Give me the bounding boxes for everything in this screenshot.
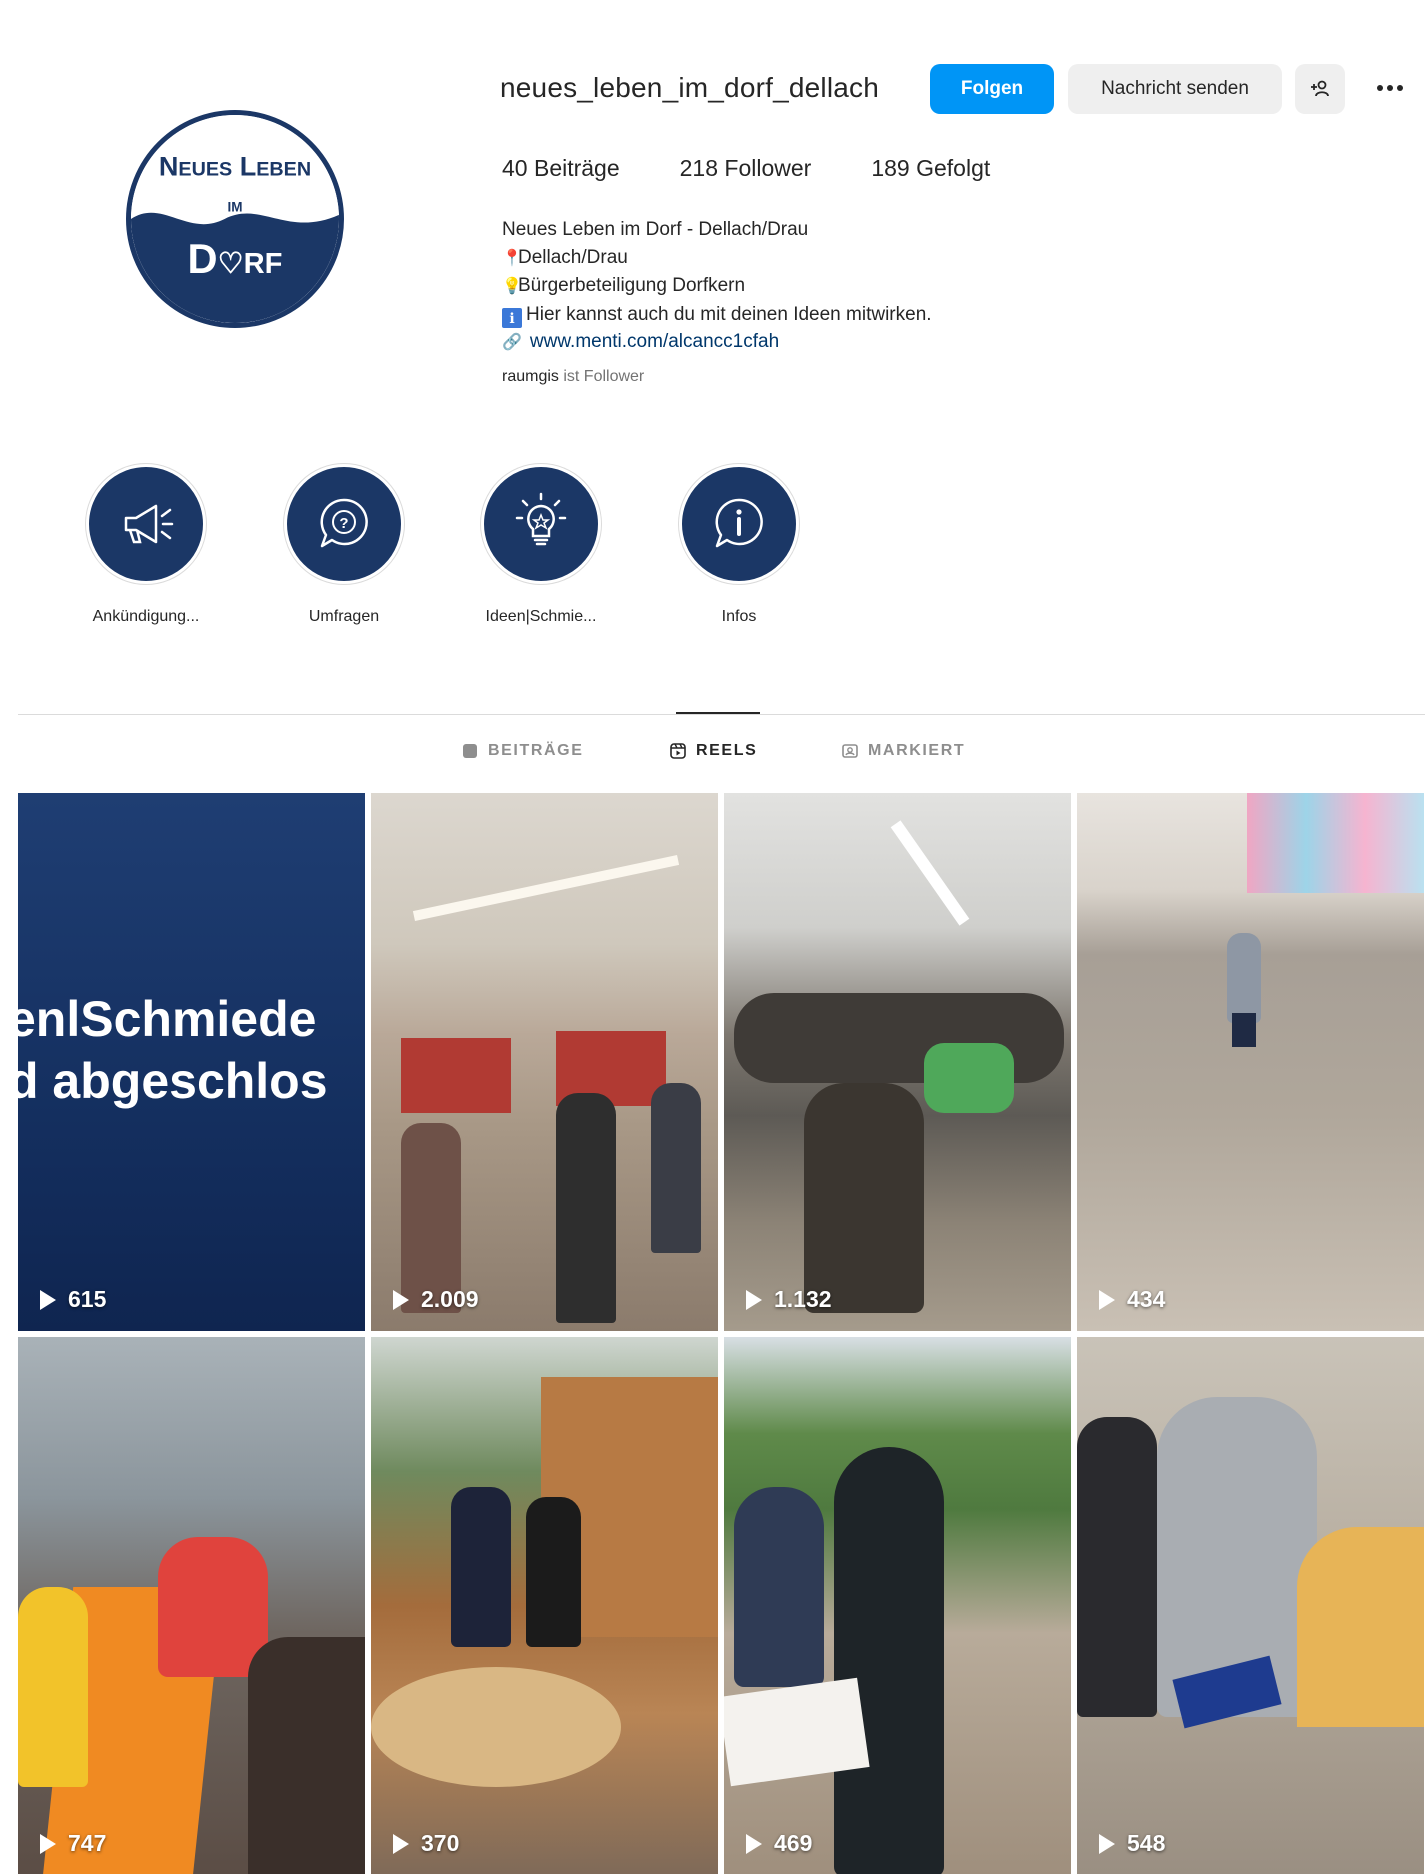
bio-name: Neues Leben im Dorf - Dellach/Drau	[502, 219, 809, 240]
tab-posts[interactable]: BEITRÄGE	[462, 742, 583, 760]
reel-view-count: 434	[1099, 1286, 1165, 1313]
tab-reels[interactable]: REELS	[670, 742, 757, 760]
play-icon	[393, 1289, 409, 1310]
bio-link[interactable]: www.menti.com/alcancc1cfah	[530, 331, 779, 352]
bio-topic: Bürgerbeteiligung Dorfkern	[518, 275, 746, 296]
play-icon	[1099, 1289, 1115, 1310]
reel-view-count: 747	[40, 1830, 106, 1857]
question-bubble-icon: ?	[320, 498, 368, 548]
highlight-ideas[interactable]: Ideen|Schmie...	[466, 464, 616, 626]
lightbulb-icon	[515, 492, 567, 546]
play-icon	[40, 1289, 56, 1310]
reel-view-count: 370	[393, 1830, 459, 1857]
highlight-infos[interactable]: Infos	[664, 464, 814, 626]
play-icon	[393, 1833, 409, 1854]
reels-grid: enlSchmiede d abgeschlos 615 2.009 1.132…	[18, 793, 1425, 1874]
play-icon	[40, 1833, 56, 1854]
tab-tagged[interactable]: MARKIERT	[842, 742, 965, 760]
reel-view-count: 2.009	[393, 1286, 479, 1313]
info-bubble-icon	[715, 498, 763, 548]
reel-view-count: 469	[746, 1830, 812, 1857]
followed-by[interactable]: raumgis ist Follower	[502, 368, 644, 386]
person-plus-icon	[1311, 80, 1329, 97]
profile-username: neues_leben_im_dorf_dellach	[500, 72, 880, 103]
lightbulb-icon: 💡	[502, 278, 522, 295]
reel-tile[interactable]: enlSchmiede d abgeschlos 615	[18, 793, 365, 1331]
reels-icon	[670, 743, 686, 759]
following-count[interactable]: 189 Gefolgt	[871, 155, 990, 182]
reel-tile[interactable]: 370	[371, 1337, 718, 1874]
grid-icon	[463, 744, 477, 758]
reel-tile[interactable]: 548	[1077, 1337, 1424, 1874]
bio-call-to-action: Hier kannst auch du mit deinen Ideen mit…	[526, 303, 932, 325]
follow-button[interactable]: Folgen	[930, 64, 1054, 114]
profile-avatar[interactable]: NEUES LEBEN IM D♡RF	[126, 110, 344, 328]
neues-leben-logo: NEUES LEBEN IM D♡RF	[131, 115, 339, 323]
profile-bio: Neues Leben im Dorf - Dellach/Drau 📍Dell…	[502, 216, 932, 357]
svg-text:IM: IM	[227, 200, 242, 215]
followers-count[interactable]: 218 Follower	[680, 155, 812, 182]
reel-overlay-text: enlSchmiede d abgeschlos	[18, 991, 328, 1109]
tagged-icon	[842, 744, 858, 758]
highlight-label: Ankündigung...	[92, 608, 200, 625]
highlight-label: Ideen|Schmie...	[485, 608, 597, 625]
active-tab-indicator	[676, 712, 760, 714]
highlight-announcements[interactable]: Ankündigung...	[71, 464, 221, 626]
reel-view-count: 615	[40, 1286, 106, 1313]
highlight-label: Umfragen	[308, 608, 380, 625]
posts-count: 40 Beiträge	[502, 155, 620, 181]
reel-view-count: 1.132	[746, 1286, 832, 1313]
reel-tile[interactable]: 469	[724, 1337, 1071, 1874]
svg-text:?: ?	[339, 515, 348, 532]
reel-tile[interactable]: 747	[18, 1337, 365, 1874]
reel-tile[interactable]: 434	[1077, 793, 1424, 1331]
reel-tile[interactable]: 2.009	[371, 793, 718, 1331]
more-options-button[interactable]	[1372, 68, 1408, 108]
play-icon	[1099, 1833, 1115, 1854]
bio-location: Dellach/Drau	[518, 246, 628, 268]
play-icon	[746, 1833, 762, 1854]
highlight-surveys[interactable]: ? Umfragen	[269, 464, 419, 626]
highlight-label: Infos	[721, 608, 757, 625]
more-dots-icon	[1377, 85, 1383, 91]
link-icon: 🔗	[502, 334, 522, 351]
followed-by-user: raumgis	[502, 368, 559, 385]
reel-view-count: 548	[1099, 1830, 1165, 1857]
reel-tile[interactable]: 1.132	[724, 793, 1071, 1331]
tabs-divider	[18, 714, 1425, 715]
play-icon	[746, 1289, 762, 1310]
megaphone-icon	[124, 504, 174, 544]
pin-icon: 📍	[502, 249, 522, 267]
profile-stats: 40 Beiträge 218 Follower 189 Gefolgt	[502, 155, 990, 182]
send-message-button[interactable]: Nachricht senden	[1068, 64, 1282, 114]
info-icon: ℹ	[502, 307, 522, 328]
suggest-accounts-button[interactable]	[1295, 64, 1345, 114]
